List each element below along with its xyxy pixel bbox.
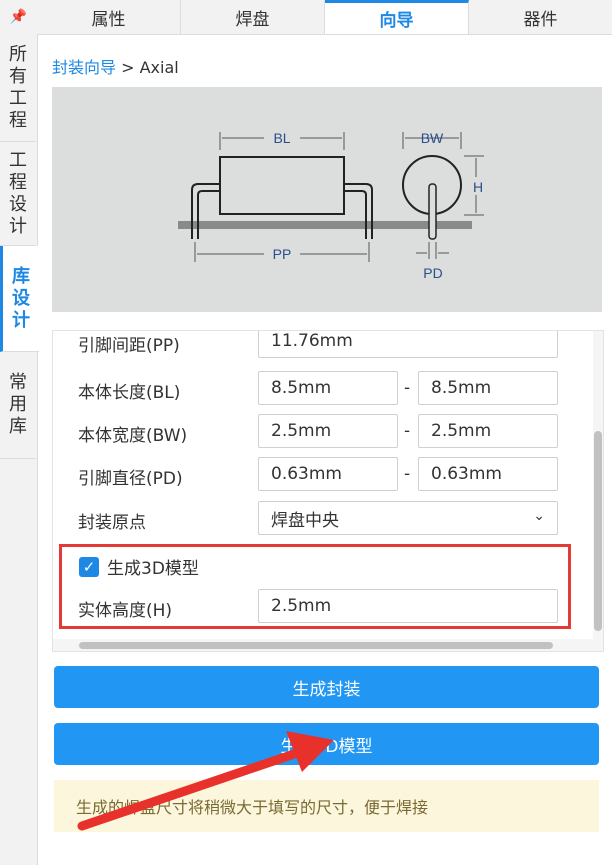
lead-left-inner (197, 190, 220, 239)
generate-footprint-button[interactable]: 生成封装 (54, 666, 599, 708)
axial-diagram: BL PP BW H PD (52, 87, 602, 312)
lead-right-inner (344, 190, 367, 239)
range-dash: - (404, 378, 411, 398)
gen3d-checkbox-label[interactable]: 生成3D模型 (107, 554, 199, 579)
label-height: 实体高度(H) (78, 601, 173, 621)
side-tab-char: 所 (9, 43, 27, 65)
side-tab-all-projects[interactable]: 所 有 工 程 (0, 34, 36, 142)
breadcrumb: 封装向导 > Axial (52, 54, 179, 78)
pcb-board (178, 221, 472, 229)
label-pd: 引脚直径(PD) (78, 469, 183, 489)
range-dash: - (404, 464, 411, 484)
tab-properties[interactable]: 属性 (37, 0, 181, 34)
scrollbar-thumb[interactable] (594, 431, 602, 631)
side-tab-char: 用 (9, 394, 27, 415)
generate-3d-button[interactable]: 生成3D模型 (54, 723, 599, 765)
form-row-origin: 封装原点 焊盘中央 ⌄ (78, 501, 578, 537)
component-body (219, 156, 345, 215)
axial-diagram-svg: BL PP BW H PD (178, 130, 484, 281)
range-dash: - (404, 421, 411, 441)
side-tab-char: 库 (12, 265, 30, 287)
scrollbar-thumb[interactable] (79, 642, 553, 649)
tab-wizard[interactable]: 向导 (325, 0, 469, 34)
form-row-pp: 引脚间距(PP) 11.76mm (78, 331, 578, 360)
side-tab-char: 程 (9, 109, 27, 131)
pd-max-input[interactable]: 0.63mm (418, 457, 558, 491)
label-pp: 引脚间距(PP) (78, 336, 180, 356)
lead-left-outer (191, 183, 220, 239)
form-row-bl: 本体长度(BL) 8.5mm - 8.5mm (78, 371, 578, 407)
side-tab-char: 计 (9, 215, 27, 237)
tab-devices[interactable]: 器件 (469, 0, 612, 34)
dim-label-h: H (473, 179, 483, 195)
chevron-down-icon: ⌄ (533, 508, 545, 524)
label-origin: 封装原点 (78, 513, 146, 533)
bl-min-input[interactable]: 8.5mm (258, 371, 398, 405)
bl-max-input[interactable]: 8.5mm (418, 371, 558, 405)
top-tab-bar: 属性 焊盘 向导 器件 (37, 0, 612, 35)
side-tab-char: 常 (9, 372, 27, 393)
breadcrumb-separator: > (116, 58, 140, 77)
form-row-bw: 本体宽度(BW) 2.5mm - 2.5mm (78, 414, 578, 450)
side-tab-char: 库 (9, 416, 27, 437)
side-tab-project-design[interactable]: 工 程 设 计 (0, 142, 36, 246)
side-tab-char: 程 (9, 171, 27, 193)
bw-min-input[interactable]: 2.5mm (258, 414, 398, 448)
side-tab-char: 工 (9, 149, 27, 171)
breadcrumb-link-wizard[interactable]: 封装向导 (52, 58, 116, 77)
left-rail: 📌 所 有 工 程 工 程 设 计 库 设 计 常 用 库 (0, 0, 39, 865)
form-row-height: 实体高度(H) 2.5mm (78, 589, 578, 625)
side-tab-common-library[interactable]: 常 用 库 (0, 352, 36, 459)
dim-label-bw: BW (421, 130, 444, 146)
tab-pads[interactable]: 焊盘 (181, 0, 325, 34)
side-tab-library-design[interactable]: 库 设 计 (0, 246, 39, 352)
pp-input[interactable]: 11.76mm (258, 331, 558, 358)
dim-label-pp: PP (273, 246, 292, 262)
gen3d-checkbox[interactable]: ✓ (79, 557, 99, 577)
origin-select-value: 焊盘中央 (271, 510, 339, 531)
label-bw: 本体宽度(BW) (78, 426, 188, 446)
dim-label-bl: BL (273, 130, 290, 146)
label-bl: 本体长度(BL) (78, 383, 181, 403)
horizontal-scrollbar[interactable] (53, 639, 603, 651)
lead-right-outer (344, 183, 373, 239)
side-tab-char: 计 (12, 309, 30, 331)
breadcrumb-current: Axial (139, 58, 179, 77)
vertical-scrollbar[interactable] (593, 331, 603, 651)
height-input[interactable]: 2.5mm (258, 589, 558, 623)
side-tab-char: 有 (9, 65, 27, 87)
side-tab-char: 工 (9, 87, 27, 109)
dim-label-pd: PD (423, 265, 442, 281)
parameter-form: 引脚间距(PP) 11.76mm 本体长度(BL) 8.5mm - 8.5mm … (52, 330, 604, 652)
bw-max-input[interactable]: 2.5mm (418, 414, 558, 448)
form-row-pd: 引脚直径(PD) 0.63mm - 0.63mm (78, 457, 578, 493)
origin-select[interactable]: 焊盘中央 ⌄ (258, 501, 558, 535)
side-tab-char: 设 (12, 287, 30, 309)
side-tab-char: 设 (9, 193, 27, 215)
info-note: 生成的焊盘尺寸将稍微大于填写的尺寸，便于焊接 (54, 780, 599, 832)
pin-icon[interactable]: 📌 (0, 0, 37, 34)
pd-min-input[interactable]: 0.63mm (258, 457, 398, 491)
end-view-lead (428, 183, 437, 240)
